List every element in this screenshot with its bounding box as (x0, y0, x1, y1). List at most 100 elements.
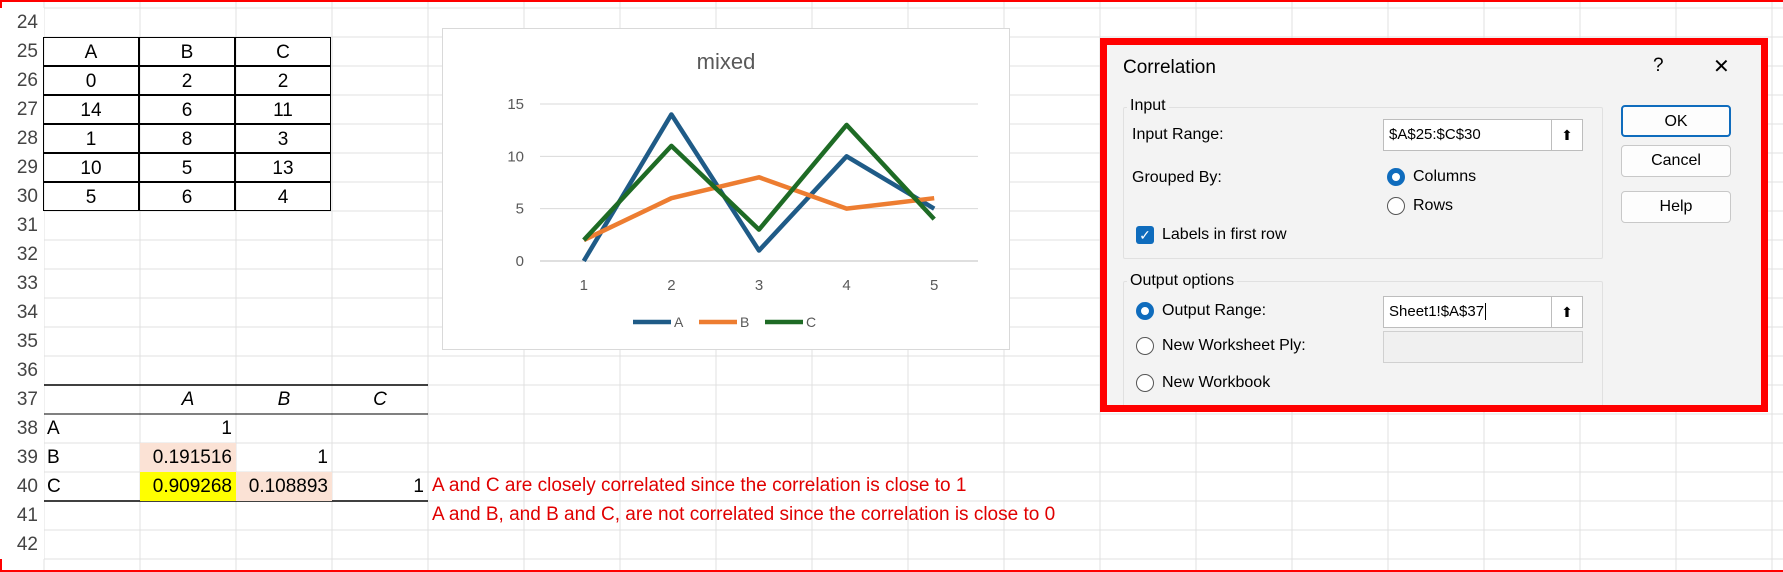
input-data-cell[interactable]: 5 (139, 153, 235, 182)
input-data-cell[interactable]: 4 (235, 182, 331, 211)
input-data-cell[interactable]: 6 (139, 95, 235, 124)
new-worksheet-ply-radio[interactable] (1136, 337, 1154, 355)
chart-title: mixed (697, 49, 756, 74)
row-header-27[interactable]: 27 (0, 95, 44, 124)
grouped-by-label: Grouped By: (1132, 169, 1222, 186)
output-row-label[interactable]: B (44, 443, 140, 472)
columns-radio[interactable] (1387, 168, 1405, 186)
output-row-label[interactable]: C (44, 472, 140, 501)
input-range-field[interactable]: $A$25:$C$30 ⬆ (1383, 119, 1583, 151)
note-ac-correlated: A and C are closely correlated since the… (432, 475, 967, 496)
legend-label-B: B (740, 314, 749, 330)
row-header-33[interactable]: 33 (0, 269, 44, 298)
input-data-cell[interactable]: 2 (235, 66, 331, 95)
row-header-42[interactable]: 42 (0, 530, 44, 559)
row-header-24[interactable]: 24 (0, 8, 44, 37)
row-header-38[interactable]: 38 (0, 414, 44, 443)
y-tick-label: 0 (516, 253, 524, 270)
output-range-field[interactable]: Sheet1!$A$37​ ⬆ (1383, 296, 1583, 328)
output-value-cell[interactable]: 0.191516 (140, 443, 236, 472)
input-header-cell[interactable]: B (139, 37, 235, 66)
input-data-cell[interactable]: 14 (43, 95, 139, 124)
output-header-cell[interactable]: C (332, 385, 428, 414)
note-ab-bc-not-correlated: A and B, and B and C, are not correlated… (432, 504, 1056, 525)
x-tick-label: 2 (667, 277, 675, 294)
y-tick-label: 15 (507, 96, 524, 113)
x-tick-label: 4 (842, 277, 850, 294)
row-header-40[interactable]: 40 (0, 472, 44, 501)
help-icon[interactable]: ? (1653, 55, 1664, 77)
new-worksheet-ply-label[interactable]: New Worksheet Ply: (1162, 337, 1306, 355)
row-header-32[interactable]: 32 (0, 240, 44, 269)
input-data-cell[interactable]: 0 (43, 66, 139, 95)
input-header-cell[interactable]: A (43, 37, 139, 66)
output-range-radio[interactable] (1136, 302, 1154, 320)
row-header-30[interactable]: 30 (0, 182, 44, 211)
legend-label-C: C (806, 314, 816, 330)
new-worksheet-ply-field[interactable] (1383, 331, 1583, 363)
output-header-cell[interactable]: B (236, 385, 332, 414)
y-tick-label: 5 (516, 201, 524, 218)
row-header-36[interactable]: 36 (0, 356, 44, 385)
input-range-collapse-icon[interactable]: ⬆ (1551, 120, 1582, 150)
row-header-34[interactable]: 34 (0, 298, 44, 327)
close-icon[interactable]: ✕ (1713, 54, 1730, 79)
rows-radio[interactable] (1387, 197, 1405, 215)
labels-first-row-label[interactable]: Labels in first row (1162, 226, 1287, 244)
output-group-label: Output options (1127, 272, 1238, 290)
ok-button[interactable]: OK (1621, 105, 1731, 137)
input-data-cell[interactable]: 5 (43, 182, 139, 211)
output-row-label[interactable]: A (44, 414, 140, 443)
x-tick-label: 3 (755, 277, 763, 294)
chart-canvas: mixed 0 5 10 15 1 2 3 4 5 A B C (507, 49, 978, 330)
labels-first-row-checkbox[interactable]: ✓ (1136, 226, 1154, 244)
input-range-value: $A$25:$C$30 (1389, 126, 1481, 143)
series-line-C[interactable] (582, 122, 936, 242)
columns-label[interactable]: Columns (1413, 168, 1476, 186)
output-value-cell[interactable]: 1 (140, 414, 236, 443)
text-cursor: ​ (1485, 303, 1487, 320)
input-data-cell[interactable]: 13 (235, 153, 331, 182)
input-data-cell[interactable]: 6 (139, 182, 235, 211)
row-header-41[interactable]: 41 (0, 501, 44, 530)
row-header-25[interactable]: 25 (0, 37, 44, 66)
correlation-dialog: Correlation ? ✕ Input Input Range: $A$25… (1107, 45, 1761, 405)
input-data-cell[interactable]: 8 (139, 124, 235, 153)
input-data-cell[interactable]: 11 (235, 95, 331, 124)
x-tick-label: 5 (930, 277, 938, 294)
cancel-button[interactable]: Cancel (1621, 145, 1731, 177)
output-value-cell[interactable]: 0.909268 (140, 472, 236, 501)
help-button[interactable]: Help (1621, 191, 1731, 223)
new-workbook-radio[interactable] (1136, 374, 1154, 392)
output-range-label[interactable]: Output Range: (1162, 302, 1266, 320)
rows-label[interactable]: Rows (1413, 197, 1453, 215)
input-data-cell[interactable]: 2 (139, 66, 235, 95)
output-range-collapse-icon[interactable]: ⬆ (1551, 297, 1582, 327)
new-workbook-label[interactable]: New Workbook (1162, 374, 1270, 392)
output-value-cell[interactable]: 1 (236, 443, 332, 472)
input-data-cell[interactable]: 1 (43, 124, 139, 153)
row-header-37[interactable]: 37 (0, 385, 44, 414)
output-value-cell[interactable] (332, 443, 428, 472)
row-header-35[interactable]: 35 (0, 327, 44, 356)
output-range-value: Sheet1!$A$37 (1389, 303, 1485, 320)
row-header-26[interactable]: 26 (0, 66, 44, 95)
output-value-cell[interactable] (236, 414, 332, 443)
output-header-cell[interactable]: A (140, 385, 236, 414)
legend-label-A: A (674, 314, 684, 330)
row-header-28[interactable]: 28 (0, 124, 44, 153)
row-header-39[interactable]: 39 (0, 443, 44, 472)
row-header-29[interactable]: 29 (0, 153, 44, 182)
input-data-cell[interactable]: 3 (235, 124, 331, 153)
output-value-cell[interactable]: 1 (332, 472, 428, 501)
input-header-cell[interactable]: C (235, 37, 331, 66)
output-value-cell[interactable]: 0.108893 (236, 472, 332, 501)
y-tick-label: 10 (507, 148, 524, 165)
line-chart[interactable]: mixed 0 5 10 15 1 2 3 4 5 A B C (442, 28, 1010, 350)
input-range-label: Input Range: (1132, 126, 1224, 143)
input-group-label: Input (1127, 97, 1169, 115)
output-value-cell[interactable] (332, 414, 428, 443)
row-header-31[interactable]: 31 (0, 211, 44, 240)
series-line-A[interactable] (581, 112, 936, 263)
input-data-cell[interactable]: 10 (43, 153, 139, 182)
